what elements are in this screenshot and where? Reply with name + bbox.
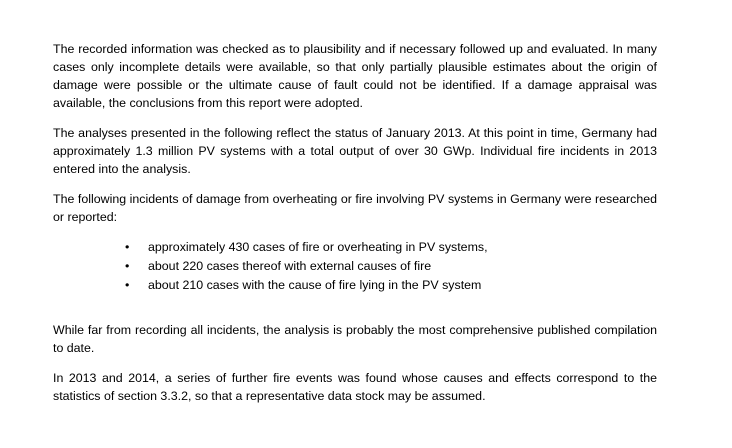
list-item: • about 220 cases thereof with external … (125, 257, 657, 276)
paragraph-comprehensiveness: While far from recording all incidents, … (53, 323, 657, 355)
paragraph-analysis-status: The analyses presented in the following … (53, 126, 657, 176)
bullet-glyph: • (125, 278, 130, 292)
paragraph-further-events: In 2013 and 2014, a series of further fi… (53, 371, 657, 403)
paragraph-plausibility-check: The recorded information was checked as … (53, 42, 657, 110)
paragraph-incidents-intro: The following incidents of damage from o… (53, 192, 657, 224)
bullet-glyph: • (125, 259, 130, 273)
document-page: The recorded information was checked as … (53, 40, 657, 405)
bullet-glyph: • (125, 240, 130, 254)
list-item-text: approximately 430 cases of fire or overh… (148, 240, 488, 254)
list-item-text: about 220 cases thereof with external ca… (148, 259, 432, 273)
incident-bullet-list: • approximately 430 cases of fire or ove… (53, 238, 657, 295)
list-item: • approximately 430 cases of fire or ove… (125, 238, 657, 257)
list-item: • about 210 cases with the cause of fire… (125, 276, 657, 295)
list-item-text: about 210 cases with the cause of fire l… (148, 278, 482, 292)
